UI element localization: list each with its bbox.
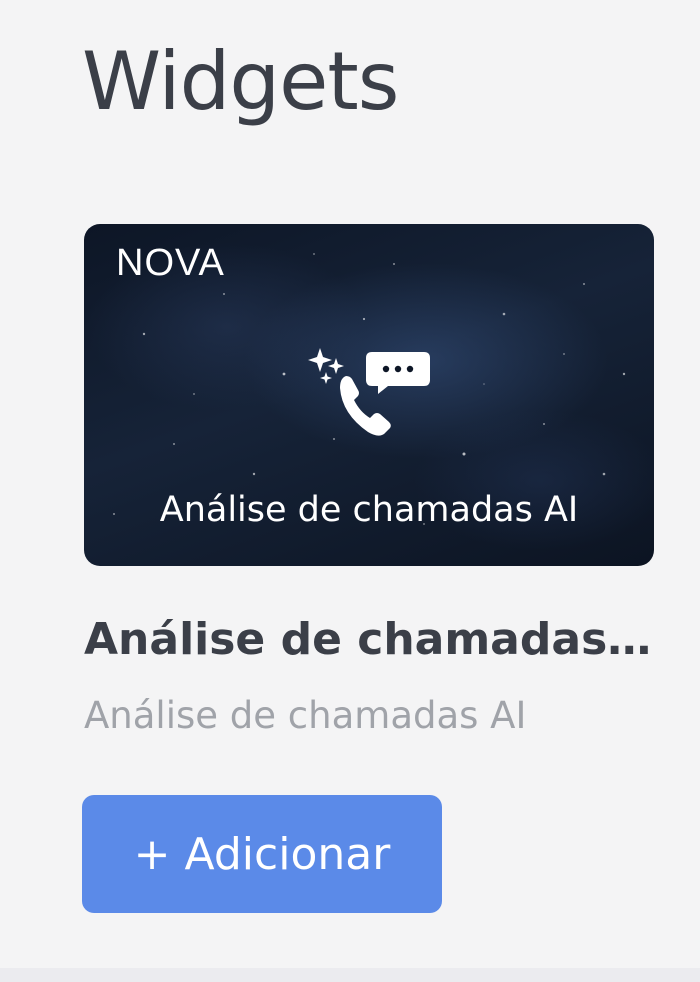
- widgets-page: Widgets NOVA Análise de chamadas AI Anál…: [0, 0, 700, 982]
- widget-name: Análise de chamadas AI: [84, 614, 656, 665]
- banner-caption: Análise de chamadas AI: [159, 490, 579, 530]
- bottom-divider: [0, 968, 700, 982]
- ai-call-analysis-icon: [308, 348, 430, 436]
- nova-brand-label: NOVA: [116, 242, 225, 284]
- widget-card[interactable]: NOVA Análise de chamadas AI Análise de c…: [84, 224, 656, 737]
- widget-banner[interactable]: NOVA Análise de chamadas AI: [84, 224, 654, 566]
- add-button-label: Adicionar: [184, 828, 391, 880]
- plus-icon: +: [133, 828, 171, 880]
- section-title: Widgets: [82, 35, 399, 128]
- widget-description: Análise de chamadas AI: [84, 694, 527, 737]
- add-widget-button[interactable]: + Adicionar: [82, 795, 442, 913]
